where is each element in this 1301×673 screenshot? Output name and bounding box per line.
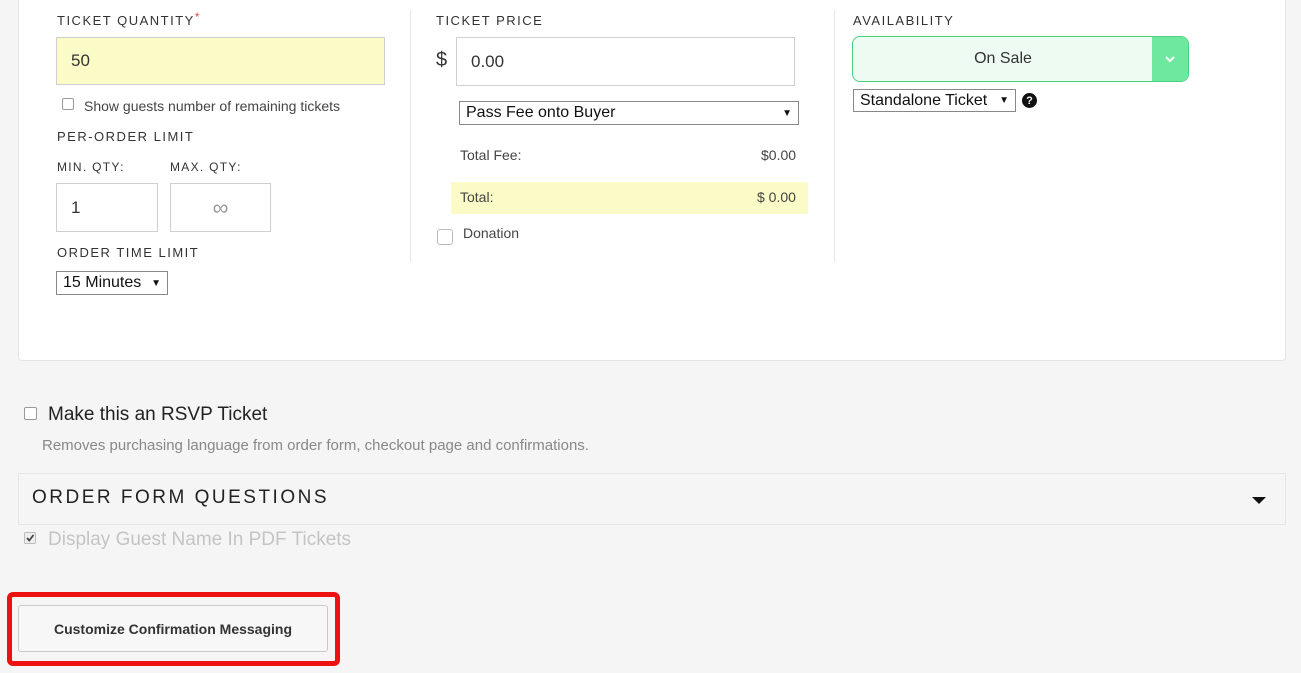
select-caret-icon: ▼	[999, 95, 1009, 106]
show-remaining-label: Show guests number of remaining tickets	[84, 98, 341, 114]
donation-checkbox[interactable]	[437, 229, 453, 245]
order-form-questions-header[interactable]: ORDER FORM QUESTIONS	[18, 473, 1286, 525]
per-order-limit-label: PER-ORDER LIMIT	[57, 129, 195, 144]
total-label: Total:	[460, 189, 494, 205]
chevron-down-icon	[1165, 56, 1175, 63]
fee-option-select[interactable]: Pass Fee onto Buyer ▼	[459, 101, 799, 125]
show-remaining-checkbox[interactable]	[62, 98, 74, 110]
customize-confirmation-button[interactable]: Customize Confirmation Messaging	[18, 605, 328, 652]
max-qty-label: MAX. QTY:	[170, 160, 242, 174]
infinity-icon: ∞	[212, 194, 229, 220]
ticket-quantity-value: 50	[71, 51, 90, 70]
display-guest-name-checkbox[interactable]	[24, 532, 36, 544]
caret-down-icon	[1252, 497, 1266, 504]
availability-toggle-button[interactable]	[1152, 37, 1188, 81]
total-fee-value: $0.00	[761, 147, 797, 163]
select-caret-icon: ▼	[782, 107, 792, 119]
select-caret-icon: ▼	[151, 277, 161, 289]
ticket-type-select[interactable]: Standalone Ticket ▼	[853, 89, 1016, 112]
ticket-price-value: 0.00	[471, 51, 505, 71]
rsvp-checkbox[interactable]	[24, 407, 37, 420]
order-time-limit-value: 15 Minutes	[63, 274, 142, 291]
min-qty-label: MIN. QTY:	[57, 160, 125, 174]
display-guest-name-label: Display Guest Name In PDF Tickets	[48, 529, 352, 550]
availability-status: On Sale	[974, 50, 1032, 67]
required-mark: *	[194, 10, 201, 24]
min-qty-value: 1	[71, 197, 81, 217]
total-row	[451, 182, 808, 214]
order-time-limit-label: ORDER TIME LIMIT	[57, 245, 200, 260]
fee-option-value: Pass Fee onto Buyer	[466, 104, 616, 121]
total-value: $ 0.00	[757, 189, 796, 205]
ticket-quantity-label: TICKET QUANTITY*	[57, 10, 201, 28]
donation-label: Donation	[463, 225, 520, 241]
ticket-price-input[interactable]: 0.00	[456, 37, 795, 86]
availability-label: AVAILABILITY	[853, 13, 955, 28]
ticket-quantity-input[interactable]: 50	[56, 37, 385, 85]
max-qty-input[interactable]: ∞	[170, 183, 271, 232]
checkmark-icon	[26, 534, 35, 542]
column-divider	[410, 10, 411, 262]
help-icon[interactable]: ?	[1022, 93, 1037, 108]
order-form-questions-title: ORDER FORM QUESTIONS	[32, 487, 330, 508]
ticket-quantity-label-text: TICKET QUANTITY	[57, 13, 195, 28]
min-qty-input[interactable]: 1	[56, 183, 158, 232]
currency-symbol: $	[436, 49, 448, 71]
ticket-price-label: TICKET PRICE	[436, 13, 544, 28]
rsvp-description: Removes purchasing language from order f…	[42, 437, 589, 454]
column-divider	[834, 10, 835, 262]
ticket-type-value: Standalone Ticket	[860, 91, 988, 109]
order-time-limit-select[interactable]: 15 Minutes ▼	[56, 271, 168, 295]
total-fee-label: Total Fee:	[460, 147, 522, 163]
rsvp-label: Make this an RSVP Ticket	[48, 404, 268, 425]
availability-dropdown[interactable]: On Sale	[852, 36, 1189, 82]
